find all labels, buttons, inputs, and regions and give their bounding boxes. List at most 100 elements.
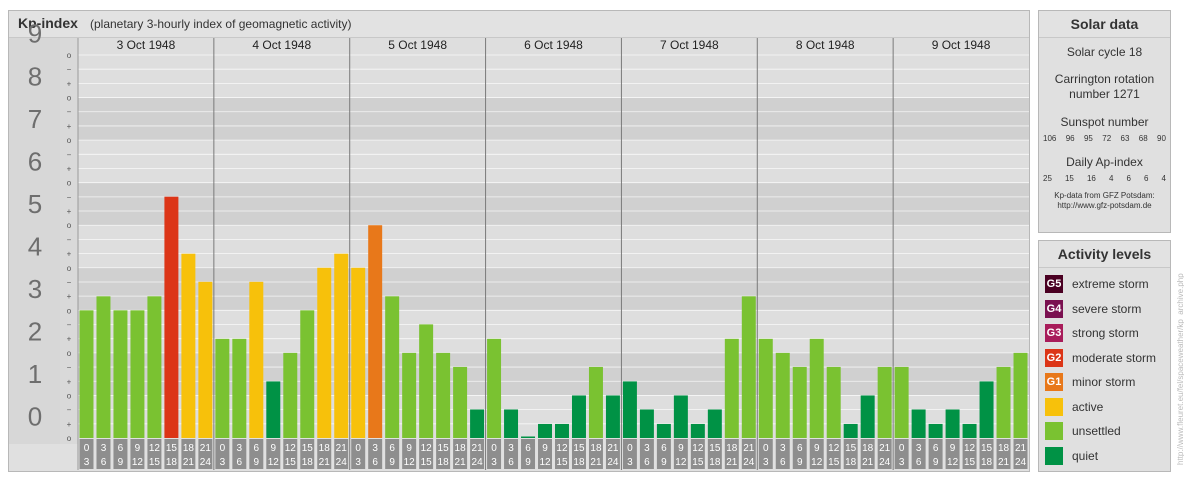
hour-end-label: 24	[743, 457, 755, 468]
kp-bar	[588, 366, 603, 438]
y-minor-tick-label: +	[67, 292, 72, 301]
legend-swatch: G1	[1045, 373, 1063, 391]
hour-end-label: 15	[149, 457, 161, 468]
y-minor-tick-label: −	[67, 150, 72, 159]
hour-start-label: 21	[472, 443, 484, 454]
hour-end-label: 18	[302, 457, 314, 468]
legend-swatch: G3	[1045, 324, 1063, 342]
hour-start-label: 9	[271, 443, 277, 454]
day-label: 4 Oct 1948	[252, 38, 311, 52]
activity-levels-heading: Activity levels	[1039, 241, 1170, 268]
hour-end-label: 15	[421, 457, 433, 468]
y-tick-label: 3	[28, 274, 42, 304]
kp-bar	[656, 423, 671, 438]
hour-end-label: 18	[166, 457, 178, 468]
kp-bar	[249, 281, 264, 438]
ap-value: 4	[1161, 174, 1166, 183]
source-link[interactable]: http://www.gfz-potsdam.de	[1039, 201, 1170, 211]
y-tick-label: 1	[28, 359, 42, 389]
y-tick-label: 6	[28, 146, 42, 176]
hour-end-label: 15	[828, 457, 840, 468]
y-minor-tick-label: −	[67, 108, 72, 117]
hour-end-label: 9	[661, 457, 667, 468]
hour-start-label: 15	[845, 443, 857, 454]
hour-end-label: 15	[285, 457, 297, 468]
hour-start-label: 3	[237, 443, 243, 454]
source-line-1: Kp-data from GFZ Potsdam:	[1054, 191, 1155, 200]
hour-start-label: 0	[220, 443, 226, 454]
hour-end-label: 18	[438, 457, 450, 468]
legend-swatch: G4	[1045, 299, 1063, 318]
kp-bar	[470, 409, 485, 438]
kp-bar	[826, 366, 841, 438]
watermark: http://www.fleuret.eu/fel/spaceweather/k…	[1176, 273, 1184, 465]
hour-start-label: 0	[627, 443, 633, 454]
hour-start-label: 18	[455, 443, 467, 454]
hour-start-label: 12	[285, 443, 297, 454]
hour-start-label: 12	[556, 443, 568, 454]
hour-end-label: 24	[472, 457, 484, 468]
hour-start-label: 15	[981, 443, 993, 454]
activity-levels-panel: Activity levels G5 extreme storm G4 severe …	[1038, 240, 1171, 472]
legend-swatch	[1045, 422, 1063, 440]
sunspot-value: 90	[1157, 134, 1166, 143]
kp-bar	[181, 253, 196, 438]
hour-start-label: 15	[166, 443, 178, 454]
hour-end-label: 12	[675, 457, 687, 468]
hour-start-label: 9	[406, 443, 412, 454]
y-minor-tick-label: −	[67, 235, 72, 244]
day-label: 7 Oct 1948	[660, 38, 719, 52]
hour-end-label: 21	[319, 457, 331, 468]
hour-start-label: 18	[319, 443, 331, 454]
hour-start-label: 6	[525, 443, 531, 454]
kp-bar	[334, 253, 349, 438]
sunspot-values: 106 96 95 72 63 68 90	[1039, 134, 1170, 143]
hour-start-label: 3	[372, 443, 378, 454]
hour-end-label: 24	[607, 457, 619, 468]
hour-start-label: 21	[200, 443, 212, 454]
hour-end-label: 12	[811, 457, 823, 468]
hour-end-label: 18	[981, 457, 993, 468]
legend-label: extreme storm	[1072, 277, 1149, 291]
hour-end-label: 9	[389, 457, 395, 468]
kp-bar	[436, 352, 451, 438]
kp-bar	[979, 381, 994, 438]
kp-bar	[622, 381, 637, 438]
kp-bar-chart: 0123456789o+−o+−o+−o+−o+−o+−o+−o+−o+−o3 …	[9, 19, 1029, 470]
solar-cycle: Solar cycle 18	[1066, 45, 1143, 59]
hour-end-label: 3	[491, 457, 497, 468]
hour-start-label: 3	[644, 443, 650, 454]
hour-end-label: 24	[1015, 457, 1027, 468]
hour-start-label: 6	[254, 443, 260, 454]
kp-bar	[368, 225, 383, 438]
ap-value: 4	[1108, 174, 1114, 183]
legend-label: moderate storm	[1072, 350, 1157, 365]
legend-swatch: G2	[1045, 348, 1063, 367]
kp-bar	[724, 338, 739, 438]
kp-bar	[538, 423, 552, 438]
y-minor-tick-label: −	[67, 193, 72, 202]
hour-start-label: 15	[709, 443, 721, 454]
legend-swatch	[1045, 397, 1063, 416]
hour-end-label: 12	[947, 457, 959, 468]
y-minor-tick-label: −	[67, 321, 72, 330]
y-minor-tick-label: +	[67, 164, 72, 173]
kp-bar	[266, 381, 281, 438]
hour-end-label: 21	[862, 457, 874, 468]
y-tick-label: 9	[28, 19, 42, 49]
kp-bar	[283, 352, 298, 438]
ap-value: 16	[1086, 174, 1096, 183]
y-minor-tick-label: −	[67, 278, 72, 287]
ap-values: 25 15 16 4 6 6 4	[1039, 174, 1170, 183]
hour-start-label: 18	[726, 443, 738, 454]
solar-data-heading: Solar data	[1039, 11, 1170, 38]
hour-start-label: 21	[1015, 443, 1027, 454]
hour-start-label: 3	[508, 443, 514, 454]
hour-end-label: 6	[508, 457, 514, 468]
kp-bar	[79, 310, 94, 438]
band	[60, 182, 1029, 226]
hour-end-label: 3	[355, 457, 361, 468]
hour-end-label: 24	[200, 457, 212, 468]
y-minor-tick-label: +	[67, 122, 72, 131]
kp-bar	[504, 409, 519, 438]
